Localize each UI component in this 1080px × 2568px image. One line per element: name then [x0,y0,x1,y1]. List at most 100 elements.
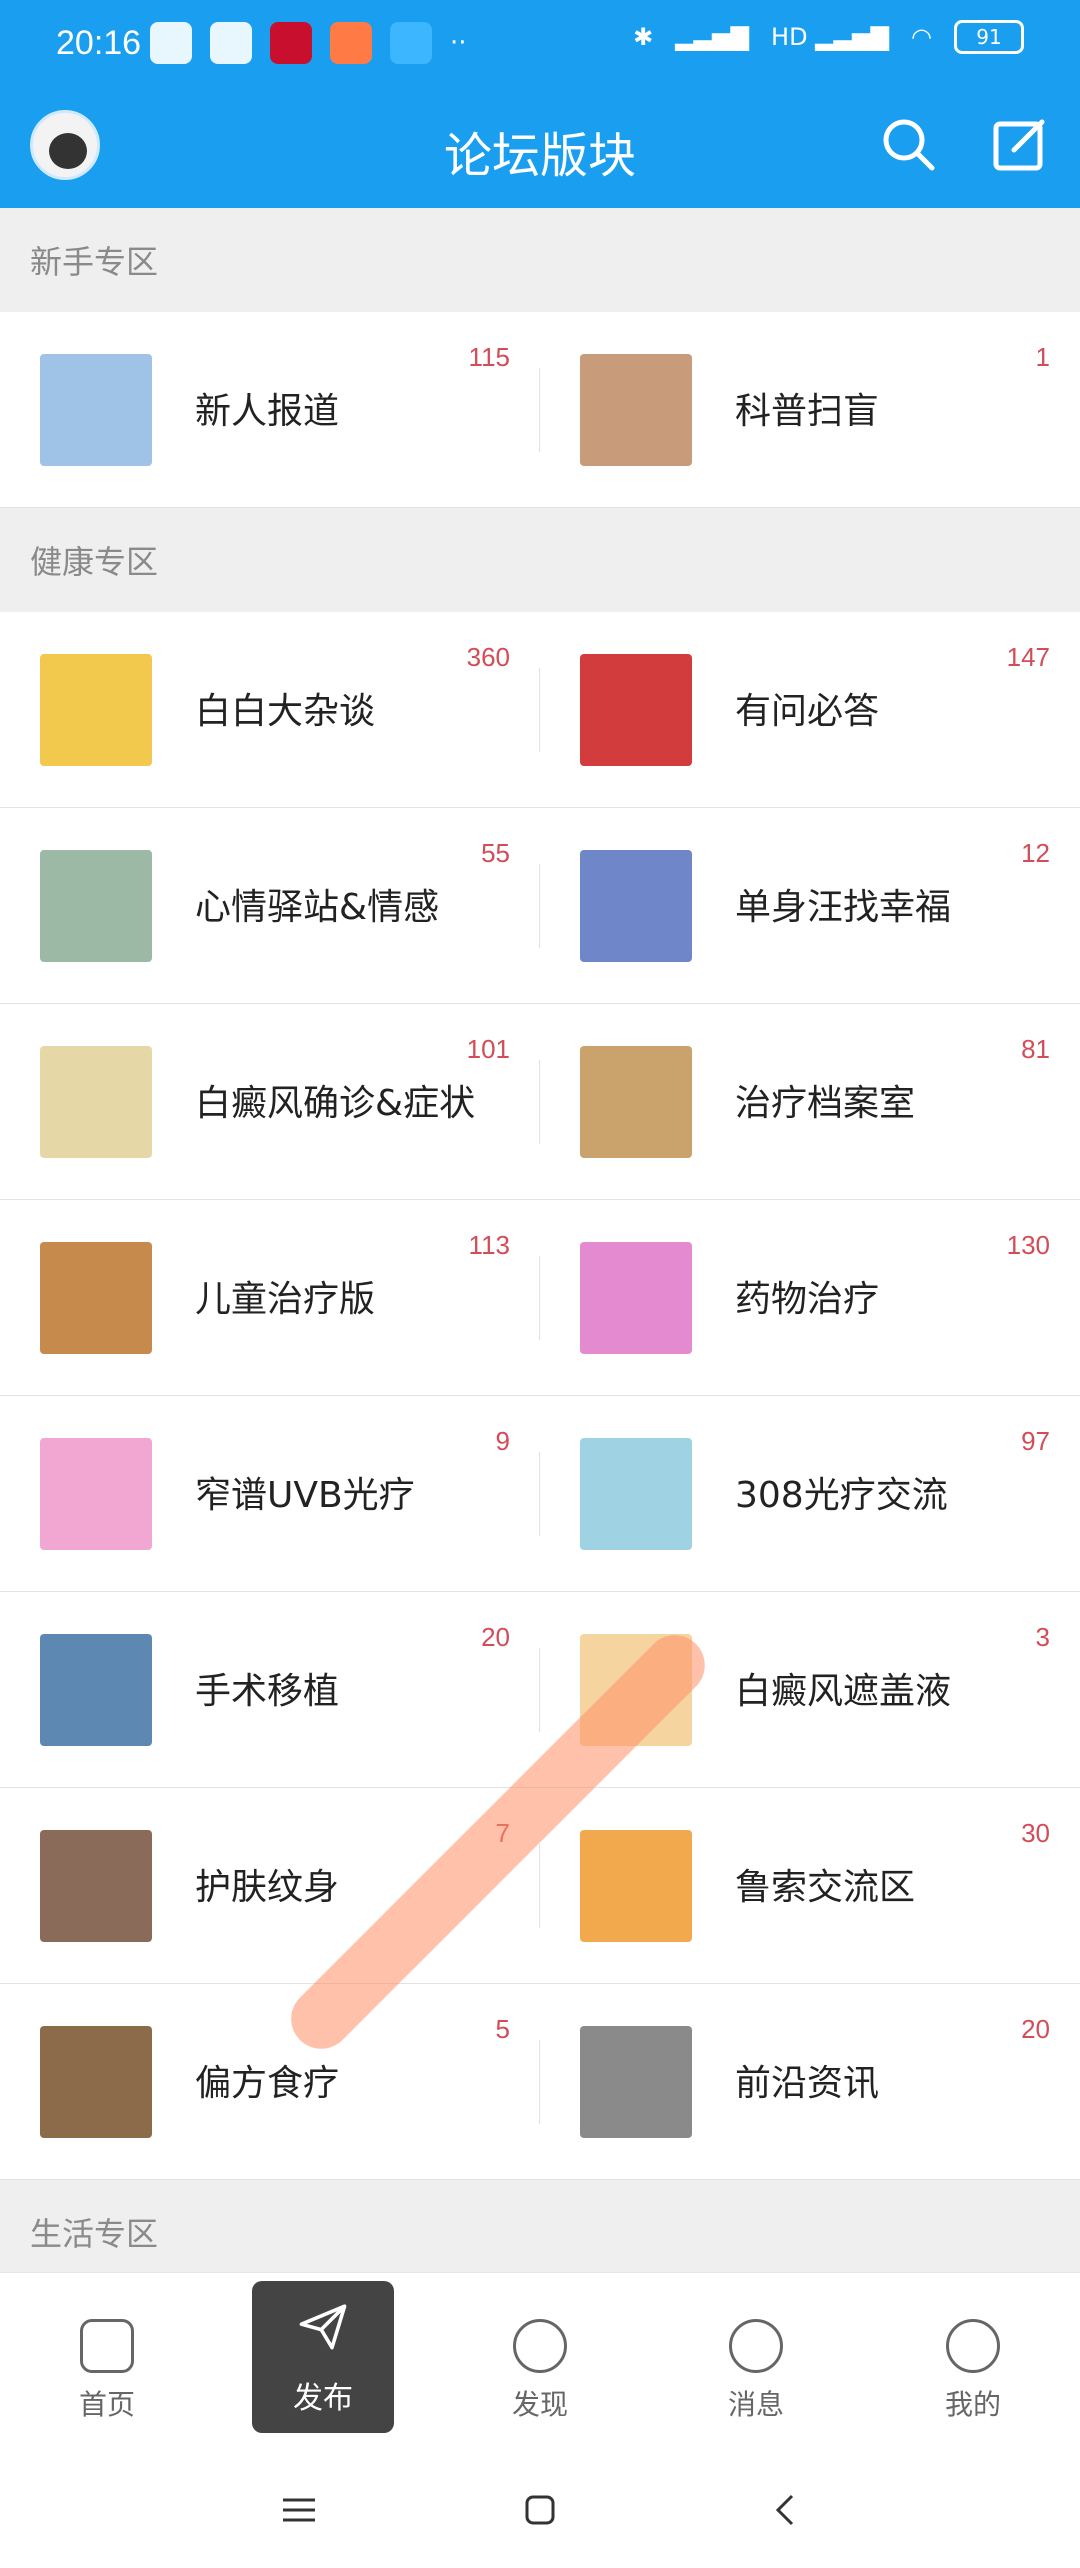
nav-discover[interactable]: 发现 [460,2319,620,2423]
app-notification-icon [270,22,312,64]
board-label: 白癜风确诊&症状 [195,1083,476,1124]
nav-mine[interactable]: 我的 [893,2319,1053,2423]
board-thumbnail [580,654,692,766]
battery-icon: 91 [954,20,1024,54]
publish-button[interactable]: 发布 [252,2281,394,2433]
board-count: 9 [495,1426,510,1456]
forum-board-list: 新手专区 新人报道 115 科普扫盲 1 健康专区 白白大杂谈 360 有问必答… [0,208,1080,2284]
profile-icon [946,2319,1000,2373]
board-count: 81 [1021,1034,1050,1064]
board-item[interactable]: 治疗档案室 81 [540,1004,1080,1200]
board-label: 科普扫盲 [735,391,880,432]
signal-icon: ▂▃▅▇ [675,23,750,51]
board-thumbnail [40,1830,152,1942]
board-count: 97 [1021,1426,1050,1456]
bluetooth-icon: ✱ [633,23,654,51]
board-item[interactable]: 科普扫盲 1 [540,312,1080,508]
board-label: 白白大杂谈 [195,691,376,732]
board-item[interactable]: 鲁索交流区 30 [540,1788,1080,1984]
battery-level: 91 [976,25,1002,49]
section-title-health: 健康专区 [0,508,1080,612]
board-item[interactable]: 窄谱UVB光疗 9 [0,1396,540,1592]
board-item[interactable]: 偏方食疗 5 [0,1984,540,2180]
board-thumbnail [40,354,152,466]
search-icon[interactable] [878,114,938,174]
board-count: 20 [1021,2014,1050,2044]
board-item[interactable]: 单身汪找幸福 12 [540,808,1080,1004]
board-label: 心情驿站&情感 [195,887,440,928]
bottom-navigation: 首页 发布 发现 消息 我的 [0,2272,1080,2442]
menu-icon[interactable] [279,2490,319,2530]
board-label: 白癜风遮盖液 [735,1671,952,1712]
board-label: 窄谱UVB光疗 [195,1475,415,1516]
board-item[interactable]: 白癜风确诊&症状 101 [0,1004,540,1200]
board-item[interactable]: 手术移植 20 [0,1592,540,1788]
board-thumbnail [40,850,152,962]
board-item[interactable]: 新人报道 115 [0,312,540,508]
board-thumbnail [40,1438,152,1550]
more-notifications-icon: ·· [450,28,467,58]
board-label: 单身汪找幸福 [735,887,952,928]
board-label: 308光疗交流 [735,1475,948,1516]
board-count: 12 [1021,838,1050,868]
board-count: 5 [495,2014,510,2044]
board-label: 鲁索交流区 [735,1867,916,1908]
board-count: 130 [1006,1230,1050,1260]
board-count: 20 [481,1622,510,1652]
board-thumbnail [580,1242,692,1354]
board-item[interactable]: 药物治疗 130 [540,1200,1080,1396]
app-notification-icon [390,22,432,64]
board-thumbnail [580,1046,692,1158]
system-navigation-bar [0,2442,1080,2568]
home-square-icon[interactable] [520,2490,560,2530]
app-notification-icon [330,22,372,64]
status-time: 20:16 [56,24,142,62]
nav-messages[interactable]: 消息 [676,2319,836,2423]
board-item[interactable]: 白白大杂谈 360 [0,612,540,808]
status-bar: 20:16 ·· ✱ ▂▃▅▇ HD ▂▃▅▇ ◠ 91 [0,0,1080,96]
section-grid-newbie: 新人报道 115 科普扫盲 1 [0,312,1080,508]
board-item[interactable]: 儿童治疗版 113 [0,1200,540,1396]
board-item[interactable]: 前沿资讯 20 [540,1984,1080,2180]
board-label: 新人报道 [195,391,340,432]
board-count: 30 [1021,1818,1050,1848]
board-label: 有问必答 [735,691,880,732]
board-count: 360 [466,642,510,672]
board-thumbnail [40,2026,152,2138]
board-count: 113 [468,1230,510,1260]
board-count: 115 [468,342,510,372]
nav-home[interactable]: 首页 [27,2319,187,2423]
board-item[interactable]: 有问必答 147 [540,612,1080,808]
board-count: 3 [1035,1622,1050,1652]
message-icon [729,2319,783,2373]
app-header: 论坛版块 [0,96,1080,208]
board-thumbnail [580,850,692,962]
board-item[interactable]: 心情驿站&情感 55 [0,808,540,1004]
nav-mine-label: 我的 [944,2388,1001,2421]
board-count: 101 [466,1034,510,1064]
alarm-icon [210,22,252,64]
nav-messages-label: 消息 [727,2388,784,2421]
compose-icon[interactable] [990,114,1050,174]
hd-signal-icon: HD ▂▃▅▇ [771,23,890,51]
board-label: 儿童治疗版 [195,1279,376,1320]
board-thumbnail [580,1830,692,1942]
board-count: 1 [1035,342,1050,372]
compass-icon [513,2319,567,2373]
board-thumbnail [580,1438,692,1550]
board-label: 偏方食疗 [195,2063,340,2104]
home-icon [80,2319,134,2373]
board-label: 前沿资讯 [735,2063,880,2104]
board-thumbnail [40,1634,152,1746]
board-thumbnail [580,2026,692,2138]
board-thumbnail [40,654,152,766]
nav-home-label: 首页 [78,2388,135,2421]
send-icon [299,2304,347,2350]
hd-label: HD [771,23,808,51]
mute-icon [150,22,192,64]
section-title-newbie: 新手专区 [0,208,1080,312]
board-thumbnail [40,1046,152,1158]
board-item[interactable]: 308光疗交流 97 [540,1396,1080,1592]
back-icon[interactable] [766,2490,806,2530]
board-thumbnail [580,354,692,466]
